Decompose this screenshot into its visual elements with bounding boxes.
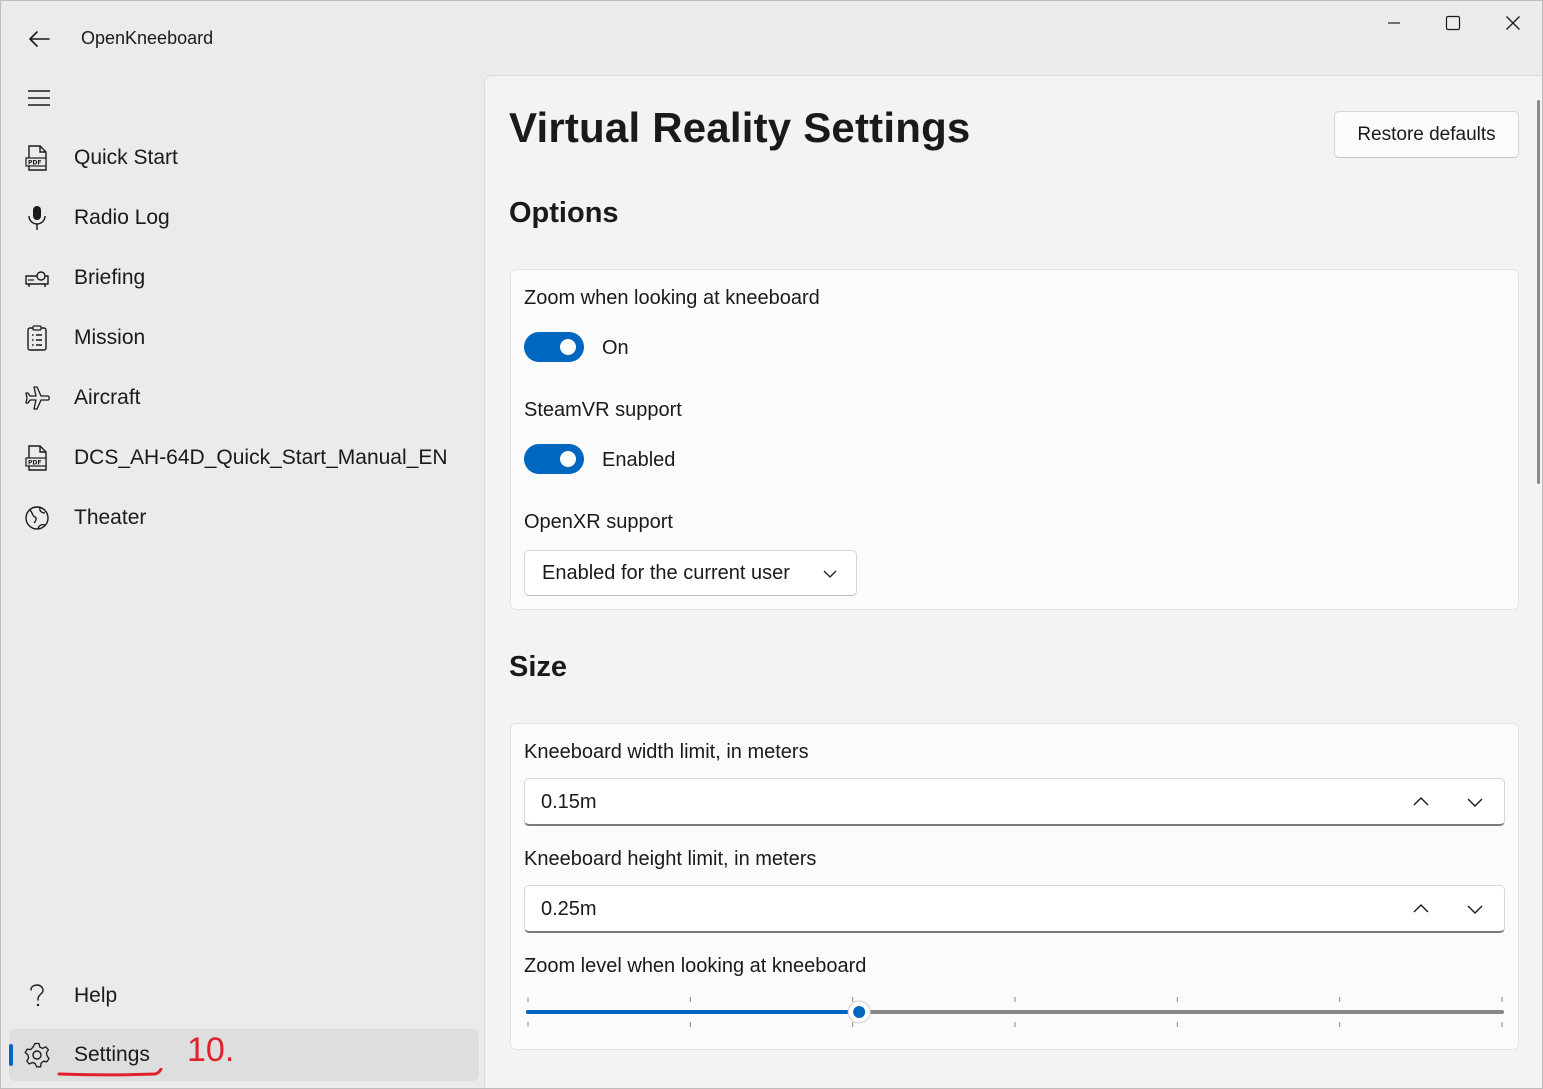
menu-toggle-button[interactable] [19, 79, 59, 117]
svg-text:PDF: PDF [28, 160, 41, 167]
close-icon [1506, 16, 1520, 30]
chevron-up-icon [1413, 797, 1429, 806]
minimize-button[interactable] [1366, 5, 1422, 41]
app-window: OpenKneeboard PDF Quick Start Radio Log … [0, 0, 1543, 1089]
question-icon [9, 970, 65, 1022]
zoom-level-slider[interactable] [524, 992, 1506, 1032]
steamvr-label: SteamVR support [524, 399, 682, 421]
steamvr-toggle-state: Enabled [602, 449, 676, 471]
chevron-up-icon [1413, 904, 1429, 913]
zoom-level-label: Zoom level when looking at kneeboard [524, 955, 867, 977]
size-card: Kneeboard width limit, in meters 0.15m K… [510, 723, 1519, 1050]
height-limit-label: Kneeboard height limit, in meters [524, 848, 817, 870]
app-title: OpenKneeboard [81, 28, 214, 48]
width-increment-button[interactable] [1408, 789, 1434, 815]
sidebar-item-aircraft[interactable]: Aircraft [9, 372, 479, 424]
minimize-icon [1388, 22, 1400, 24]
annotation-underline [57, 1068, 163, 1077]
close-button[interactable] [1485, 5, 1541, 41]
options-card: Zoom when looking at kneeboard On SteamV… [510, 269, 1519, 610]
maximize-button[interactable] [1425, 5, 1481, 41]
toggle-knob [560, 339, 576, 355]
pdf-document-icon: PDF [9, 132, 65, 184]
height-increment-button[interactable] [1408, 896, 1434, 922]
toggle-knob [560, 451, 576, 467]
steamvr-toggle-switch[interactable] [524, 444, 584, 474]
width-decrement-button[interactable] [1462, 789, 1488, 815]
chevron-down-icon [1467, 905, 1483, 914]
width-limit-numberbox[interactable]: 0.15m [524, 778, 1505, 826]
width-limit-label: Kneeboard width limit, in meters [524, 741, 809, 763]
svg-text:PDF: PDF [28, 460, 41, 467]
size-heading: Size [509, 651, 568, 683]
sidebar-item-quick-start[interactable]: PDF Quick Start [9, 132, 479, 184]
sidebar-item-theater[interactable]: Theater [9, 492, 479, 544]
microphone-icon [9, 192, 65, 244]
chevron-down-icon [1467, 798, 1483, 807]
clipboard-list-icon [9, 312, 65, 364]
chevron-down-icon [823, 570, 837, 578]
vertical-scrollbar[interactable] [1537, 100, 1540, 484]
sidebar-item-mission[interactable]: Mission [9, 312, 479, 364]
openxr-dropdown[interactable]: Enabled for the current user [524, 550, 857, 596]
annotation-number: 10. [187, 1031, 235, 1069]
openxr-selected-value: Enabled for the current user [542, 562, 790, 584]
options-heading: Options [509, 197, 619, 229]
width-limit-value: 0.15m [541, 791, 597, 813]
hamburger-icon [28, 90, 50, 106]
title-bar: OpenKneeboard [1, 1, 1542, 75]
projector-icon [9, 252, 65, 304]
sidebar-item-radio-log[interactable]: Radio Log [9, 192, 479, 244]
sidebar-item-help[interactable]: Help [9, 970, 479, 1022]
zoom-toggle-label: Zoom when looking at kneeboard [524, 287, 820, 309]
maximize-icon [1445, 15, 1461, 31]
back-arrow-icon [29, 31, 50, 47]
height-limit-value: 0.25m [541, 898, 597, 920]
height-decrement-button[interactable] [1462, 896, 1488, 922]
restore-defaults-button[interactable]: Restore defaults [1334, 111, 1519, 158]
main-content: Virtual Reality Settings Restore default… [484, 75, 1542, 1088]
airplane-icon [9, 372, 65, 424]
zoom-toggle-switch[interactable] [524, 332, 584, 362]
sidebar-item-dcs-manual[interactable]: PDF DCS_AH-64D_Quick_Start_Manual_EN [9, 432, 479, 484]
globe-icon [9, 492, 65, 544]
sidebar-item-briefing[interactable]: Briefing [9, 252, 479, 304]
pdf-document-icon: PDF [9, 432, 65, 484]
selection-indicator [9, 1044, 13, 1066]
back-button[interactable] [19, 21, 59, 57]
height-limit-numberbox[interactable]: 0.25m [524, 885, 1505, 933]
zoom-toggle-state: On [602, 337, 629, 359]
openxr-label: OpenXR support [524, 511, 673, 533]
slider-thumb-dot [853, 1006, 866, 1018]
page-title: Virtual Reality Settings [509, 104, 971, 151]
